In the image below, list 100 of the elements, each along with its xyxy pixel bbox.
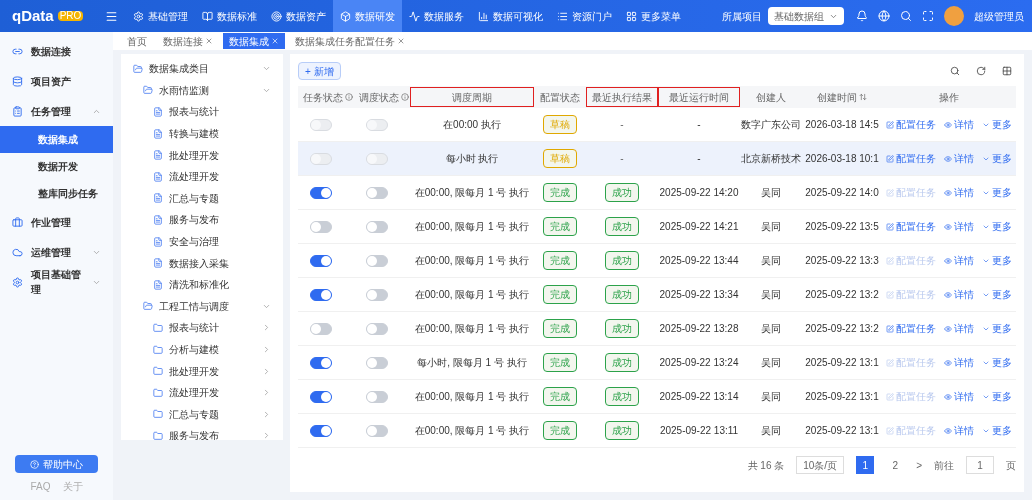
tree-item[interactable]: 清洗和标准化	[121, 273, 283, 296]
search-icon[interactable]	[900, 10, 912, 22]
nav-tab[interactable]: 数据服务	[402, 0, 471, 32]
nav-tab[interactable]: 数据资产	[264, 0, 333, 32]
sidebar-item[interactable]: 项目基础管理	[0, 267, 113, 297]
page-size-select[interactable]: 10条/页	[796, 456, 845, 474]
page-unit: 页	[1006, 458, 1016, 473]
tree-item[interactable]: 数据集成类目	[121, 58, 283, 80]
table-cell-text: 2025-09-22 13:2	[805, 322, 879, 336]
sidebar-subitem[interactable]: 数据集成	[0, 126, 113, 153]
nav-tab[interactable]: 数据可视化	[471, 0, 550, 32]
globe-icon[interactable]	[878, 10, 890, 22]
details-link[interactable]: 详情	[944, 185, 974, 200]
details-link[interactable]: 详情	[944, 287, 974, 302]
more-link[interactable]: 更多	[982, 389, 1012, 404]
page-tab[interactable]: 数据集成	[223, 33, 285, 49]
search-icon[interactable]	[950, 66, 960, 76]
logo: qData	[12, 5, 54, 26]
project-select[interactable]: 基础数据组	[768, 7, 844, 25]
tree-item[interactable]: 批处理开发	[121, 144, 283, 166]
result-text: -	[620, 118, 624, 132]
more-link[interactable]: 更多	[982, 151, 1012, 166]
bell-icon[interactable]	[856, 10, 868, 22]
add-button[interactable]: + 新增	[298, 62, 341, 80]
details-link[interactable]: 详情	[944, 423, 974, 438]
details-link[interactable]: 详情	[944, 321, 974, 336]
sidebar-item[interactable]: 项目资产	[0, 66, 113, 96]
table-cell-text: 吴同	[761, 390, 781, 404]
tree-item[interactable]: 批处理开发	[121, 360, 283, 382]
page-button[interactable]: 2	[886, 456, 905, 474]
configure-task-link[interactable]: 配置任务	[886, 151, 936, 166]
tree-item[interactable]: 汇总与专题	[121, 187, 283, 210]
refresh-icon[interactable]	[976, 66, 986, 76]
tree-item[interactable]: 报表与统计	[121, 317, 283, 339]
toggle-switch[interactable]	[310, 356, 332, 369]
more-link[interactable]: 更多	[982, 185, 1012, 200]
close-icon[interactable]	[205, 37, 213, 45]
sidebar-subitem[interactable]: 数据开发	[0, 153, 113, 180]
next-page-button[interactable]: >	[916, 457, 922, 473]
details-link[interactable]: 详情	[944, 117, 974, 132]
sidebar-item[interactable]: 运维管理	[0, 237, 113, 267]
more-link[interactable]: 更多	[982, 321, 1012, 336]
configure-task-link[interactable]: 配置任务	[886, 321, 936, 336]
total-count: 共 16 条	[747, 458, 785, 473]
toggle-switch[interactable]	[310, 254, 332, 267]
page-tab[interactable]: 数据连接	[157, 33, 219, 49]
gear-icon	[133, 10, 144, 22]
goto-field[interactable]: 1	[966, 456, 994, 474]
table-row[interactable]: 在00:00, 限每月 1 号 执行 完成 成功 2025-09-22 13:28 吴同 2025-09-22 13:2 配置任务 详情 更多	[298, 312, 1016, 346]
more-link[interactable]: 更多	[982, 287, 1012, 302]
toggle-switch[interactable]	[310, 390, 332, 403]
nav-tab[interactable]: 数据研发	[333, 0, 402, 32]
details-link[interactable]: 详情	[944, 389, 974, 404]
details-link[interactable]: 详情	[944, 253, 974, 268]
tree-item[interactable]: 转换与建模	[121, 122, 283, 145]
more-link[interactable]: 更多	[982, 219, 1012, 234]
tree-item[interactable]: 安全与治理	[121, 230, 283, 253]
toggle-switch[interactable]	[310, 186, 332, 199]
tree-item[interactable]: 分析与建模	[121, 338, 283, 361]
configure-task-link[interactable]: 配置任务	[886, 117, 936, 132]
tree-item[interactable]: 汇总与专题	[121, 403, 283, 426]
sidebar-subitem[interactable]: 整库同步任务	[0, 180, 113, 207]
nav-tab[interactable]: 数据标准	[195, 0, 264, 32]
tree-item[interactable]: 报表与统计	[121, 101, 283, 123]
page-tab[interactable]: 首页	[121, 33, 153, 49]
more-link[interactable]: 更多	[982, 423, 1012, 438]
menu-icon[interactable]	[105, 9, 118, 23]
tree-item[interactable]: 服务与发布	[121, 209, 283, 231]
grid-icon[interactable]	[1002, 66, 1012, 76]
toggle-switch[interactable]	[310, 288, 332, 301]
sidebar-item[interactable]: 任务管理	[0, 96, 113, 126]
close-icon[interactable]	[397, 37, 405, 45]
tree-item[interactable]: 工程工情与调度	[121, 295, 283, 318]
nav-tab[interactable]: 资源门户	[550, 0, 619, 32]
toggle-switch[interactable]	[310, 424, 332, 437]
details-link[interactable]: 详情	[944, 151, 974, 166]
tree-item[interactable]: 流处理开发	[121, 381, 283, 404]
page-button[interactable]: 1	[856, 456, 875, 474]
tree-item[interactable]: 服务与发布	[121, 425, 283, 440]
sidebar-item[interactable]: 作业管理	[0, 207, 113, 237]
help-center-button[interactable]: 帮助中心	[15, 455, 98, 473]
configure-task-link[interactable]: 配置任务	[886, 219, 936, 234]
nav-tab[interactable]: 更多菜单	[619, 0, 688, 32]
tree-item[interactable]: 流处理开发	[121, 165, 283, 188]
table-row[interactable]: 在00:00, 限每月 1 号 执行 完成 成功 2025-09-22 14:21 吴同 2025-09-22 13:5 配置任务 详情 更多	[298, 210, 1016, 244]
tree-item[interactable]: 水雨情监测	[121, 79, 283, 102]
sidebar-item[interactable]: 数据连接	[0, 36, 113, 66]
tree-item[interactable]: 数据接入采集	[121, 252, 283, 274]
fullscreen-icon[interactable]	[922, 10, 934, 22]
user-name[interactable]: 超级管理员	[974, 8, 1024, 24]
page-tab[interactable]: 数据集成任务配置任务	[289, 33, 411, 49]
details-link[interactable]: 详情	[944, 355, 974, 370]
more-link[interactable]: 更多	[982, 117, 1012, 132]
details-link[interactable]: 详情	[944, 219, 974, 234]
more-link[interactable]: 更多	[982, 355, 1012, 370]
avatar[interactable]	[944, 6, 964, 26]
sort-icon[interactable]	[859, 93, 867, 101]
more-link[interactable]: 更多	[982, 253, 1012, 268]
nav-tab[interactable]: 基础管理	[126, 0, 195, 32]
table-row[interactable]: 每小时 执行 草稿 - - 北京新桥技术 2026-03-18 10:1 配置任务 详情 更多	[298, 142, 1016, 176]
